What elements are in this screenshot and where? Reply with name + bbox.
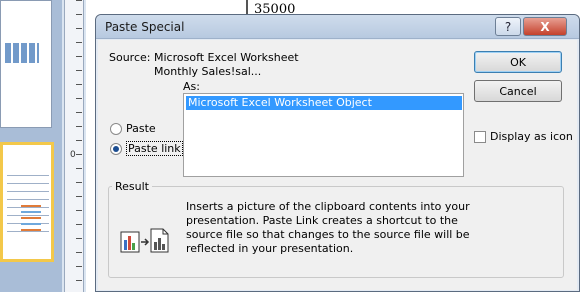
close-icon: X — [540, 19, 550, 34]
help-button[interactable]: ? — [495, 17, 521, 36]
dialog-titlebar[interactable]: Paste Special ? X — [96, 15, 579, 39]
chart-preview — [21, 205, 41, 231]
result-description: Inserts a picture of the clipboard conte… — [186, 200, 470, 255]
cancel-button-label: Cancel — [499, 84, 537, 98]
ok-button-label: OK — [510, 55, 526, 69]
paste-radio-circle[interactable] — [110, 122, 122, 135]
table-preview — [5, 43, 39, 63]
close-button[interactable]: X — [523, 17, 567, 36]
paste-link-chart-icon — [120, 228, 169, 253]
dialog-body: Source: Microsoft Excel Worksheet Monthl… — [98, 40, 577, 290]
ruler-ticks — [76, 0, 82, 292]
result-label: Result — [112, 180, 152, 193]
paste-link-radio-circle[interactable] — [110, 142, 122, 155]
ok-button[interactable]: OK — [474, 51, 562, 73]
source-value: Microsoft Excel Worksheet — [154, 51, 299, 64]
as-listbox[interactable]: Microsoft Excel Worksheet Object — [183, 93, 464, 177]
slide-thumbnail-2[interactable] — [0, 142, 54, 262]
paste-radio-label[interactable]: Paste — [126, 122, 156, 135]
cancel-button[interactable]: Cancel — [474, 80, 562, 102]
paste-special-dialog: Paste Special ? X Source: Microsoft Exce… — [95, 14, 580, 292]
slide-thumbnail-1[interactable] — [0, 0, 52, 128]
ruler-zero-label: 0 — [70, 150, 76, 160]
paste-link-radio[interactable]: Paste link — [110, 141, 183, 156]
help-icon: ? — [504, 19, 512, 34]
dialog-title: Paste Special — [105, 20, 185, 34]
display-as-icon-box[interactable] — [474, 130, 486, 143]
paste-link-radio-label[interactable]: Paste link — [126, 141, 183, 156]
display-as-icon-checkbox[interactable]: Display as icon — [474, 130, 573, 143]
slide-thumbnail-pane — [0, 0, 62, 292]
vertical-ruler: 0 — [64, 0, 84, 292]
as-list-item-excel-object[interactable]: Microsoft Excel Worksheet Object — [186, 96, 462, 110]
display-as-icon-label[interactable]: Display as icon — [490, 130, 573, 143]
source-path: Monthly Sales!sal... — [154, 65, 262, 78]
source-label: Source: — [109, 51, 151, 64]
as-label: As: — [183, 80, 200, 93]
paste-radio[interactable]: Paste — [110, 122, 156, 135]
